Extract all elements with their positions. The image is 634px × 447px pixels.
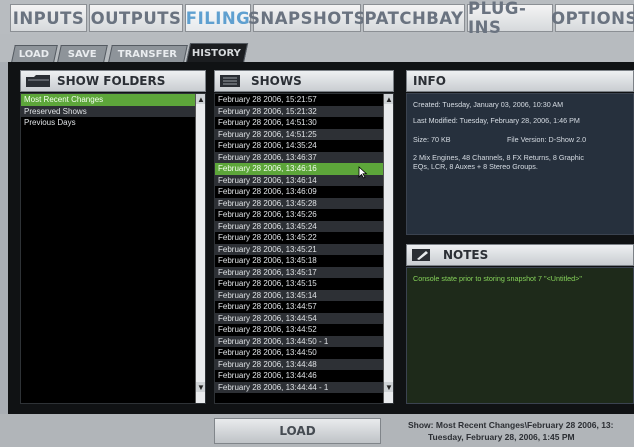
info-header: INFO (406, 70, 634, 92)
scroll-down-icon[interactable]: ▼ (196, 382, 205, 392)
show-item[interactable]: February 28 2006, 13:44:44 - 1 (215, 381, 393, 393)
shows-header: SHOWS (214, 70, 394, 92)
tab-inputs[interactable]: INPUTS (10, 4, 87, 32)
main-tab-bar: INPUTS OUTPUTS FILING SNAPSHOTS PATCHBAY… (0, 0, 634, 37)
info-created: Created: Tuesday, January 03, 2006, 10:3… (413, 100, 564, 109)
status-show-path: Show: Most Recent Changes\February 28 20… (408, 420, 614, 430)
show-item[interactable]: February 28 2006, 13:45:14 (215, 289, 393, 301)
filing-sub-tab-bar: LOAD SAVE TRANSFER HISTORY (0, 34, 634, 63)
shows-scrollbar[interactable]: ▲ ▼ (383, 94, 393, 403)
pencil-note-icon (411, 248, 437, 262)
show-item[interactable]: February 28 2006, 14:35:24 (215, 140, 393, 152)
subtab-transfer[interactable]: TRANSFER (108, 45, 188, 62)
show-item[interactable]: February 28 2006, 13:46:37 (215, 151, 393, 163)
notes-panel[interactable]: Console state prior to storing snapshot … (406, 267, 634, 404)
info-size: Size: 70 KB (413, 135, 451, 144)
show-item[interactable]: February 28 2006, 13:44:52 (215, 324, 393, 336)
document-list-icon (219, 74, 245, 88)
notes-header: NOTES (406, 244, 634, 266)
show-item[interactable]: February 28 2006, 13:44:57 (215, 301, 393, 313)
notes-title: NOTES (443, 248, 489, 262)
tab-patchbay[interactable]: PATCHBAY (363, 4, 465, 32)
show-item[interactable]: February 28 2006, 13:46:09 (215, 186, 393, 198)
folder-item-previous-days[interactable]: Previous Days (21, 117, 205, 129)
info-last-modified: Last Modified: Tuesday, February 28, 200… (413, 116, 580, 125)
tab-options[interactable]: OPTIONS (551, 4, 634, 32)
shows-title: SHOWS (251, 74, 302, 88)
show-item[interactable]: February 28 2006, 13:45:26 (215, 209, 393, 221)
subtab-save[interactable]: SAVE (57, 45, 108, 62)
show-item[interactable]: February 28 2006, 13:44:48 (215, 358, 393, 370)
subtab-load[interactable]: LOAD (11, 45, 58, 62)
history-page: SHOW FOLDERS Most Recent Changes Preserv… (8, 62, 634, 414)
info-title: INFO (413, 74, 446, 88)
tab-plug-ins[interactable]: PLUG-INS (467, 0, 553, 37)
shows-list: February 28 2006, 15:21:57 February 28 20… (214, 93, 394, 404)
folder-item-preserved[interactable]: Preserved Shows (21, 105, 205, 117)
subtab-history[interactable]: HISTORY (185, 43, 249, 63)
show-item[interactable]: February 28 2006, 13:44:50 - 1 (215, 335, 393, 347)
folders-scrollbar[interactable]: ▲ ▼ (195, 94, 205, 403)
scroll-up-icon[interactable]: ▲ (196, 94, 205, 104)
status-date: Tuesday, February 28, 2006, 1:45 PM (428, 432, 575, 442)
show-item[interactable]: February 28 2006, 15:21:32 (215, 105, 393, 117)
info-file-version: File Version: D-Show 2.0 (507, 135, 587, 144)
show-folders-list: Most Recent Changes Preserved Shows Prev… (20, 93, 206, 404)
show-item[interactable]: February 28 2006, 13:45:21 (215, 243, 393, 255)
info-panel: Created: Tuesday, January 03, 2006, 10:3… (406, 93, 634, 235)
show-item[interactable]: February 28 2006, 13:44:50 (215, 347, 393, 359)
show-item[interactable]: February 28 2006, 13:44:54 (215, 312, 393, 324)
show-item[interactable]: February 28 2006, 13:45:18 (215, 255, 393, 267)
tab-filing[interactable]: FILING (185, 4, 251, 32)
show-folders-title: SHOW FOLDERS (57, 74, 166, 88)
show-item[interactable]: February 28 2006, 13:45:28 (215, 197, 393, 209)
info-config-line2: EQs, LCR, 8 Auxes + 8 Stereo Groups. (413, 162, 538, 171)
show-item[interactable]: February 28 2006, 13:45:22 (215, 232, 393, 244)
show-item[interactable]: February 28 2006, 14:51:25 (215, 128, 393, 140)
folder-icon (25, 74, 51, 88)
show-item[interactable]: February 28 2006, 15:21:57 (215, 94, 393, 106)
tab-outputs[interactable]: OUTPUTS (89, 4, 183, 32)
show-item[interactable]: February 28 2006, 13:45:17 (215, 266, 393, 278)
tab-snapshots[interactable]: SNAPSHOTS (248, 4, 365, 32)
show-item[interactable]: February 28 2006, 13:45:15 (215, 278, 393, 290)
scroll-down-icon[interactable]: ▼ (384, 382, 393, 392)
info-config-line1: 2 Mix Engines, 48 Channels, 8 FX Returns… (413, 153, 584, 162)
scroll-up-icon[interactable]: ▲ (384, 94, 393, 104)
show-folders-header: SHOW FOLDERS (20, 70, 206, 92)
load-button[interactable]: LOAD (214, 418, 381, 444)
notes-text: Console state prior to storing snapshot … (413, 274, 582, 283)
mouse-pointer-icon (358, 166, 368, 179)
folder-item-most-recent[interactable]: Most Recent Changes (21, 94, 205, 106)
show-item[interactable]: February 28 2006, 13:45:24 (215, 220, 393, 232)
show-item[interactable]: February 28 2006, 14:51:30 (215, 117, 393, 129)
show-item[interactable]: February 28 2006, 13:44:46 (215, 370, 393, 382)
